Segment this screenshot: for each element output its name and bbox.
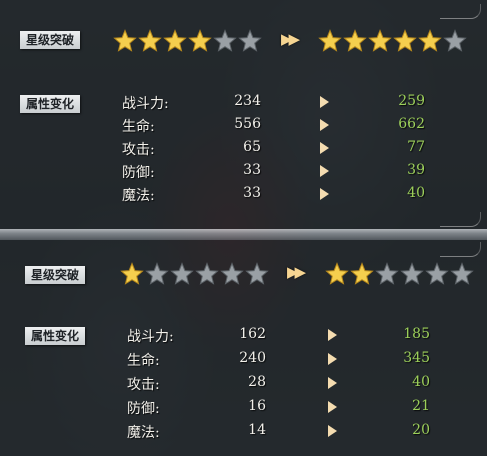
star-empty-icon — [195, 262, 219, 286]
stars-before — [113, 29, 262, 53]
section-divider — [0, 229, 487, 240]
star-breakthrough-panel-1: 星级突破 ▶▶ 属性变化 战斗力: 234 259 生命: 556 662 攻击: 65 77 防… — [0, 0, 487, 229]
stat-name: 魔法: — [122, 188, 155, 204]
fast-forward-icon: ▶▶ — [287, 263, 306, 281]
stars-before — [120, 262, 269, 286]
star-empty-icon — [245, 262, 269, 286]
stat-old-value: 28 — [248, 374, 266, 390]
stat-name: 攻击: — [122, 142, 155, 158]
stat-old-value: 16 — [248, 398, 266, 414]
star-empty-icon — [213, 29, 237, 53]
play-arrow-icon — [328, 329, 337, 341]
corner-ornament — [440, 4, 481, 19]
star-breakthrough-panel-2: 星级突破 ▶▶ 属性变化 战斗力: 162 185 生命: 240 345 攻击: 28 40 防… — [0, 240, 487, 456]
play-arrow-icon — [320, 96, 329, 108]
stat-old-value: 162 — [239, 326, 266, 342]
stat-new-value: 259 — [398, 93, 425, 109]
play-arrow-icon — [320, 119, 329, 131]
star-filled-icon — [368, 29, 392, 53]
stars-after — [325, 262, 474, 286]
stat-old-value: 33 — [243, 185, 261, 201]
stat-new-value: 77 — [407, 139, 425, 155]
star-empty-icon — [450, 262, 474, 286]
star-filled-icon — [120, 262, 144, 286]
stat-name: 防御: — [127, 401, 160, 417]
play-arrow-icon — [328, 377, 337, 389]
stat-name: 魔法: — [127, 425, 160, 441]
star-empty-icon — [238, 29, 262, 53]
star-filled-icon — [343, 29, 367, 53]
star-filled-icon — [318, 29, 342, 53]
star-empty-icon — [375, 262, 399, 286]
stat-new-value: 39 — [407, 162, 425, 178]
stat-name: 生命: — [127, 353, 160, 369]
star-breakthrough-label: 星级突破 — [25, 266, 86, 284]
star-filled-icon — [138, 29, 162, 53]
stat-name: 生命: — [122, 119, 155, 135]
star-filled-icon — [163, 29, 187, 53]
stat-name: 战斗力: — [127, 329, 174, 345]
stat-old-value: 556 — [234, 116, 261, 132]
attribute-change-label: 属性变化 — [20, 95, 81, 113]
stat-new-value: 40 — [412, 374, 430, 390]
star-filled-icon — [188, 29, 212, 53]
stars-after — [318, 29, 467, 53]
stat-old-value: 240 — [239, 350, 266, 366]
stat-old-value: 65 — [243, 139, 261, 155]
fast-forward-icon: ▶▶ — [281, 30, 300, 48]
star-filled-icon — [325, 262, 349, 286]
stat-new-value: 662 — [398, 116, 425, 132]
star-empty-icon — [443, 29, 467, 53]
stat-new-value: 345 — [403, 350, 430, 366]
play-arrow-icon — [320, 188, 329, 200]
star-empty-icon — [145, 262, 169, 286]
stat-name: 战斗力: — [122, 96, 169, 112]
stat-new-value: 40 — [407, 185, 425, 201]
stat-old-value: 14 — [248, 422, 266, 438]
star-breakthrough-label: 星级突破 — [20, 31, 81, 49]
play-arrow-icon — [328, 401, 337, 413]
star-empty-icon — [400, 262, 424, 286]
stat-old-value: 234 — [234, 93, 261, 109]
corner-ornament — [440, 212, 481, 227]
stat-name: 防御: — [122, 165, 155, 181]
star-filled-icon — [393, 29, 417, 53]
star-filled-icon — [113, 29, 137, 53]
corner-ornament — [440, 242, 481, 257]
star-filled-icon — [350, 262, 374, 286]
play-arrow-icon — [320, 142, 329, 154]
play-arrow-icon — [320, 165, 329, 177]
stat-new-value: 20 — [412, 422, 430, 438]
star-empty-icon — [425, 262, 449, 286]
stat-old-value: 33 — [243, 162, 261, 178]
star-empty-icon — [170, 262, 194, 286]
star-filled-icon — [418, 29, 442, 53]
stat-name: 攻击: — [127, 377, 160, 393]
star-empty-icon — [220, 262, 244, 286]
stat-new-value: 21 — [412, 398, 430, 414]
play-arrow-icon — [328, 353, 337, 365]
stat-new-value: 185 — [403, 326, 430, 342]
attribute-change-label: 属性变化 — [25, 327, 86, 345]
play-arrow-icon — [328, 425, 337, 437]
